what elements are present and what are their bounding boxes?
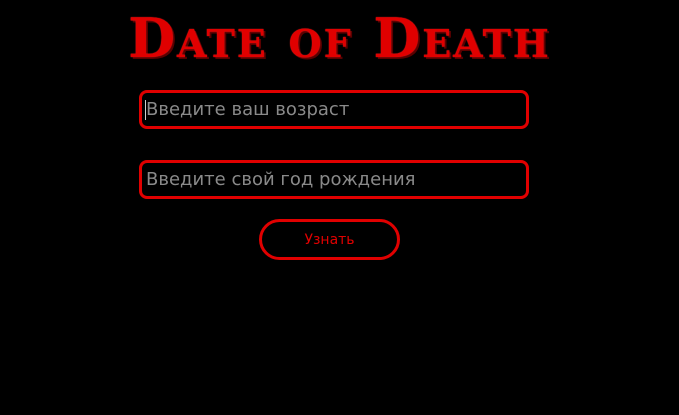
text-cursor — [145, 100, 146, 120]
submit-button[interactable]: Узнать — [259, 219, 400, 260]
birth-year-input[interactable] — [139, 160, 529, 199]
age-input[interactable] — [139, 90, 529, 129]
page-title: Date of Death — [128, 6, 551, 70]
